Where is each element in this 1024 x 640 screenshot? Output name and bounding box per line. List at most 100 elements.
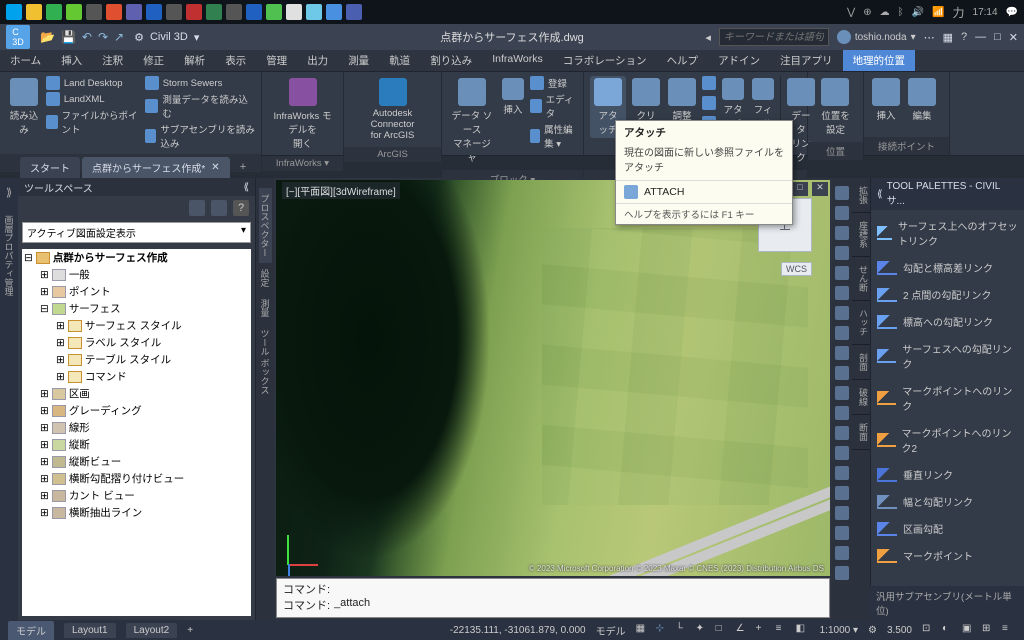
menu-tab[interactable]: 割り込み (420, 50, 482, 71)
lwt-icon[interactable]: ≡ (776, 623, 790, 637)
edit-point-button[interactable]: 編集 (906, 76, 938, 124)
nav-icon[interactable] (835, 546, 849, 560)
points-from-file-item[interactable]: ファイルからポイント (46, 108, 141, 136)
menu-tab[interactable]: 注目アプリ (770, 50, 843, 71)
tray-icon[interactable]: ☁ (880, 7, 890, 18)
doc-tab-start[interactable]: スタート (20, 157, 80, 178)
menu-tab[interactable]: 表示 (215, 50, 256, 71)
palette-tab[interactable]: 破線 (852, 380, 870, 415)
volume-icon[interactable]: 🔊 (912, 7, 924, 18)
attr-edit-item[interactable]: 属性編集 ▾ (530, 122, 577, 150)
nav-icon[interactable] (835, 246, 849, 260)
open-icon[interactable]: 📂 (40, 30, 55, 44)
tray-icon[interactable]: ⊕ (863, 7, 871, 18)
import-survey-item[interactable]: 測量データを読み込む (145, 92, 255, 120)
taskbar-icon[interactable] (226, 4, 242, 20)
wcs-label[interactable]: WCS (781, 262, 812, 276)
taskbar-icon[interactable] (206, 4, 222, 20)
nav-icon[interactable] (835, 566, 849, 580)
nav-icon[interactable] (835, 406, 849, 420)
nav-icon[interactable] (835, 306, 849, 320)
menu-tab[interactable]: 測量 (338, 50, 379, 71)
search-input[interactable] (719, 28, 829, 46)
prospector-tab[interactable]: プロスペクター (259, 188, 272, 263)
register-item[interactable]: 登録 (530, 76, 577, 90)
palette-tab[interactable]: 剖面 (852, 345, 870, 380)
notification-icon[interactable]: 💬 (1006, 7, 1018, 18)
toolbox-tab[interactable]: ツール ボックス (259, 323, 272, 401)
menu-tab[interactable]: 出力 (297, 50, 338, 71)
app-icon[interactable]: ▦ (943, 31, 953, 44)
palette-item[interactable]: 区画勾配 (875, 517, 1020, 540)
nav-icon[interactable] (835, 226, 849, 240)
doc-tab-active[interactable]: 点群からサーフェス作成*✕ (82, 157, 230, 178)
palette-tab[interactable]: 座標系 (852, 213, 870, 257)
palette-tab[interactable]: せん断 (852, 257, 870, 301)
nav-icon[interactable] (835, 346, 849, 360)
pin-icon[interactable]: ⟫ (6, 186, 12, 199)
tpy-icon[interactable]: ◧ (796, 623, 810, 637)
palette-item[interactable]: マークポイント (875, 544, 1020, 567)
tab-model[interactable]: モデル (8, 621, 54, 640)
dropdown-icon[interactable]: ▾ (194, 31, 200, 44)
panel-title[interactable]: InfraWorks ▾ (262, 156, 343, 171)
taskbar-icon[interactable] (66, 4, 82, 20)
dyn-icon[interactable]: + (756, 623, 770, 637)
taskbar-icon[interactable] (126, 4, 142, 20)
ts-icon[interactable] (211, 200, 227, 216)
viewport[interactable]: [−][平面図][3dWireframe] 上 WCS © 2023 Micro… (276, 180, 830, 576)
taskbar-icon[interactable] (286, 4, 302, 20)
palette-tab[interactable]: 拡張 (852, 178, 870, 213)
taskbar-icon[interactable] (246, 4, 262, 20)
datasource-manager-button[interactable]: データ ソース マネージャ (448, 76, 496, 166)
help-icon[interactable]: ? (233, 200, 249, 216)
ime-mode[interactable]: 力 (953, 4, 965, 21)
add-layout-icon[interactable]: + (187, 625, 193, 636)
undo-icon[interactable]: ↶ (82, 30, 92, 44)
ts-icon[interactable] (189, 200, 205, 216)
app-logo-icon[interactable]: C3D (6, 25, 30, 49)
toolspace-tree[interactable]: ⊟点群からサーフェス作成 ⊞一般 ⊞ポイント ⊟サーフェス ⊞サーフェス スタイ… (22, 249, 251, 616)
palette-item[interactable]: 幅と勾配リンク (875, 490, 1020, 513)
tab-layout2[interactable]: Layout2 (126, 623, 178, 638)
sb-icon[interactable]: ◐ (942, 623, 956, 637)
nav-icon[interactable] (835, 426, 849, 440)
help-icon[interactable]: ⋯ (924, 31, 935, 44)
adjust-button[interactable]: 調整 (666, 76, 698, 124)
menu-tab[interactable]: 管理 (256, 50, 297, 71)
save-icon[interactable]: 💾 (61, 30, 76, 44)
taskbar-icon[interactable] (6, 4, 22, 20)
palette-footer[interactable]: 汎用サブアセンブリ(メートル単位) (870, 586, 1024, 620)
tab-layout1[interactable]: Layout1 (64, 623, 116, 638)
polar-icon[interactable]: ✦ (696, 623, 710, 637)
redo-icon[interactable]: ↷ (98, 30, 108, 44)
taskbar-icon[interactable] (86, 4, 102, 20)
model-space-button[interactable]: モデル (596, 623, 626, 638)
insert-button[interactable]: 挿入 (500, 76, 526, 118)
nav-icon[interactable] (835, 206, 849, 220)
sb-icon[interactable]: ▣ (962, 623, 976, 637)
taskbar-icon[interactable] (106, 4, 122, 20)
nav-icon[interactable] (835, 526, 849, 540)
palette-item[interactable]: 勾配と標高差リンク (875, 256, 1020, 279)
maximize-icon[interactable]: □ (792, 182, 808, 196)
close-icon[interactable]: ✕ (1009, 31, 1018, 44)
taskbar-icon[interactable] (186, 4, 202, 20)
underlay-item[interactable] (702, 76, 716, 90)
nav-icon[interactable] (835, 286, 849, 300)
palette-tab[interactable]: ハッチ (852, 301, 870, 345)
properties-label[interactable]: 画層プロパティ管理 (3, 215, 16, 296)
menu-tab[interactable]: 地理的位置 (843, 50, 916, 71)
nav-icon[interactable] (835, 266, 849, 280)
nav-icon[interactable] (835, 466, 849, 480)
palette-item[interactable]: サーフェス上へのオフセットリンク (875, 214, 1020, 252)
import-subassembly-item[interactable]: サブアセンブリを読み込み (145, 122, 255, 150)
nav-icon[interactable] (835, 506, 849, 520)
arcgis-connector-button[interactable]: Autodesk Connector for ArcGIS (350, 76, 435, 143)
menu-tab[interactable]: 修正 (133, 50, 174, 71)
nav-icon[interactable] (835, 386, 849, 400)
wifi-icon[interactable]: 📶 (932, 7, 944, 18)
command-input[interactable]: _attach (334, 597, 370, 613)
palette-item[interactable]: 垂直リンク (875, 463, 1020, 486)
taskbar-icon[interactable] (306, 4, 322, 20)
